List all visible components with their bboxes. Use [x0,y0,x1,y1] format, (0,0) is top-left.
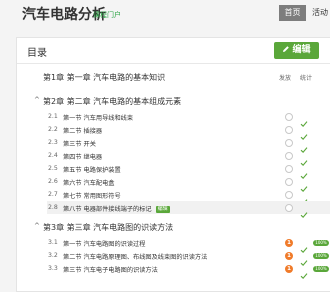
check-icon [300,165,308,180]
section-title-text: 第一节 汽车电路图的识读过程 [63,241,146,248]
edit-button-label: 编辑 [292,45,311,55]
section-title-text: 第三节 汽车电子电路图的识读方法 [63,267,158,274]
check-icon [300,265,308,280]
task-count-badge: 1 [285,265,293,273]
section-title-text: 第四节 继电器 [63,154,103,161]
pencil-icon [283,46,290,52]
task-count-badge: 1 [285,252,293,260]
section-title[interactable]: 第四节 继电器 [63,152,102,161]
section-row[interactable]: 2.4 第四节 继电器 [17,149,330,167]
section-title-text: 第二节 插接器 [63,128,103,135]
section-number: 2.7 [48,191,58,198]
section-title[interactable]: 第三节 开关 [63,139,96,148]
check-icon [300,126,308,141]
publish-status-circle-icon[interactable] [285,113,293,121]
section-number: 2.8 [48,204,58,211]
publish-status-circle-icon[interactable] [285,204,293,212]
chapter-title[interactable]: 第1章 第一章 汽车电路的基本知识 [43,72,165,83]
publish-status-circle-icon[interactable] [285,139,293,147]
section-title[interactable]: 第二节 插接器 [63,126,102,135]
section-title-text: 第六节 汽车配电盒 [63,180,115,187]
section-number: 2.1 [48,113,58,120]
section-number: 2.5 [48,165,58,172]
section-title-text: 第一节 汽车用导线和线束 [63,115,134,122]
collapse-chevron-icon[interactable]: ^ [34,222,40,230]
section-title-text: 第三节 开关 [63,141,96,148]
section-row[interactable]: 2.7 第七节 常用图形符号 [17,188,330,206]
check-icon [300,191,308,206]
edit-button[interactable]: 编辑 [274,42,319,59]
check-icon [300,113,308,128]
section-row[interactable]: 2.6 第六节 汽车配电盒 [17,175,330,193]
catalog-title: 目录 [27,48,47,59]
publish-status-circle-icon[interactable] [285,152,293,160]
section-row[interactable]: 3.1 第一节 汽车电路图的识读过程 1 100% [17,236,330,254]
section-row[interactable]: 2.2 第二节 插接器 [17,123,330,141]
progress-badge: 100% [313,253,329,259]
progress-badge: 100% [313,240,329,246]
section-row[interactable]: 3.2 第二节 汽车电路原理图、布线图及线束图的识读方法 1 100% [17,249,330,267]
check-icon [300,239,308,254]
section-title-text: 第五节 电路保护装置 [63,167,121,174]
section-title[interactable]: 第六节 汽车配电盒 [63,178,114,187]
stats-column-header: 统计 [300,75,313,82]
section-title[interactable]: 第一节 汽车用导线和线束 [63,113,133,122]
collapse-chevron-icon[interactable]: ^ [34,96,40,104]
catalog-panel: 目录 编辑 第1章 第一章 汽车电路的基本知识 发放 统计 ^ 第2章 第二章 … [16,37,330,292]
publish-column-header: 发放 [279,75,292,82]
section-number: 2.6 [48,178,58,185]
section-title-text: 第二节 汽车电路原理图、布线图及线束图的识读方法 [63,254,208,261]
section-title[interactable]: 第一节 汽车电路图的识读过程 [63,239,145,248]
task-count-badge: 1 [285,239,293,247]
section-number: 3.3 [48,265,58,272]
check-icon [300,252,308,267]
chapter-row-2[interactable]: ^ 第2章 第二章 汽车电路的基本组成元素 [17,93,330,107]
section-row[interactable]: 2.5 第五节 电路保护装置 [17,162,330,180]
chapter-row-3[interactable]: ^ 第3章 第三章 汽车电路图的识读方法 [17,219,330,233]
progress-badge: 100% [313,266,329,272]
section-number: 3.2 [48,252,58,259]
section-title[interactable]: 第七节 常用图形符号 [63,191,121,200]
publish-status-circle-icon[interactable] [285,178,293,186]
chapter-title[interactable]: 第3章 第三章 汽车电路图的识读方法 [43,222,173,233]
check-icon [300,139,308,154]
nav-activity-tab[interactable]: 活动 [312,5,328,21]
check-icon [300,152,308,167]
section-title[interactable]: 第五节 电路保护装置 [63,165,121,174]
section-row[interactable]: 2.1 第一节 汽车用导线和线束 [17,110,330,128]
nav-home-tab[interactable]: 首页 [279,5,306,21]
catalog-header: 目录 编辑 [17,38,330,64]
check-icon [300,204,308,219]
course-portal-link[interactable]: 课程门户 [93,10,121,20]
section-edit-badge[interactable]: 编辑 [155,206,170,213]
section-number: 2.2 [48,126,58,133]
check-icon [300,178,308,193]
section-number: 2.4 [48,152,58,159]
section-title-text: 第七节 常用图形符号 [63,193,121,200]
publish-status-circle-icon[interactable] [285,191,293,199]
section-title[interactable]: 第二节 汽车电路原理图、布线图及线束图的识读方法 [63,252,207,261]
section-row[interactable]: 2.3 第三节 开关 [17,136,330,154]
top-bar: 汽车电路分析 课程门户 首页 活动 [0,0,330,30]
section-row[interactable]: 3.3 第三节 汽车电子电路图的识读方法 1 100% [17,262,330,280]
publish-status-circle-icon[interactable] [285,165,293,173]
section-title-text: 第八节 电器部件接线端子的标记 [63,206,152,213]
section-row[interactable]: 2.8 第八节 电器部件接线端子的标记 编辑 [17,201,330,219]
section-title[interactable]: 第三节 汽车电子电路图的识读方法 [63,265,158,274]
section-number: 2.3 [48,139,58,146]
section-number: 3.1 [48,239,58,246]
publish-status-circle-icon[interactable] [285,126,293,134]
chapter-row-1[interactable]: 第1章 第一章 汽车电路的基本知识 发放 统计 [17,69,330,83]
section-title[interactable]: 第八节 电器部件接线端子的标记 编辑 [63,204,170,213]
chapter-title[interactable]: 第2章 第二章 汽车电路的基本组成元素 [43,96,181,107]
